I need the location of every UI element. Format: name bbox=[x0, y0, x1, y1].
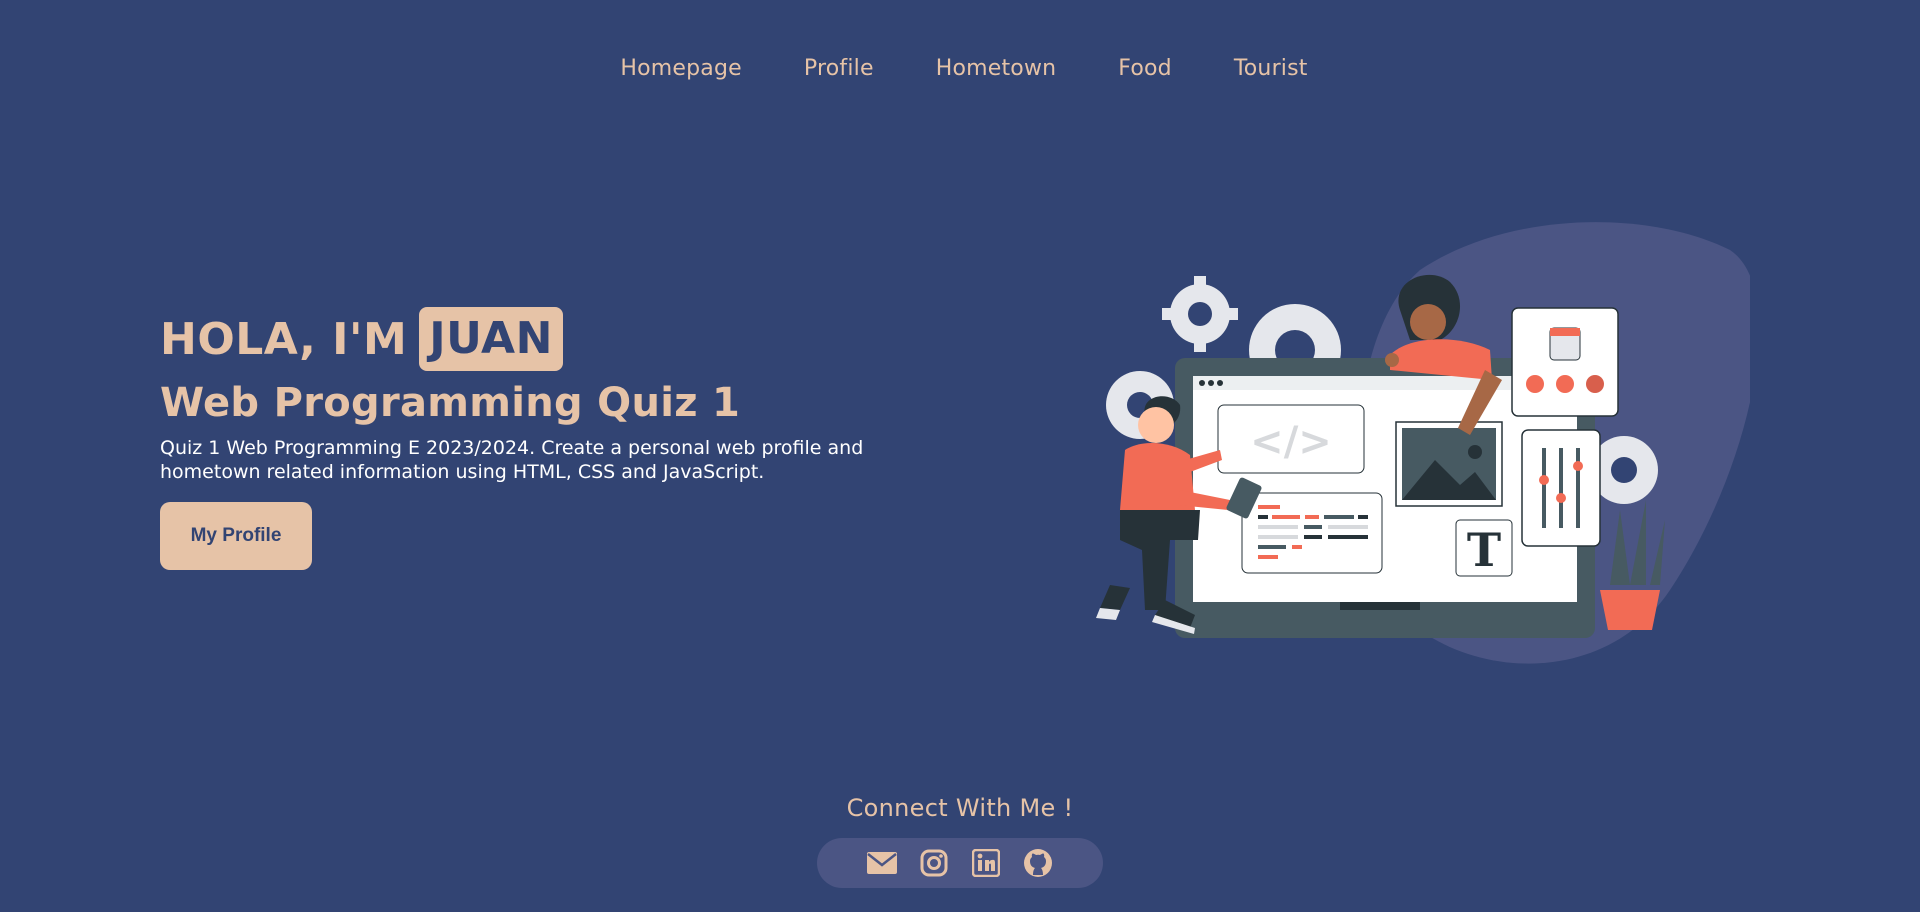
text-glyph: T bbox=[1467, 523, 1501, 577]
connect-title: Connect With Me ! bbox=[846, 794, 1074, 822]
nav-profile[interactable]: Profile bbox=[804, 56, 874, 81]
hero-section: HOLA, I'M JUAN Web Programming Quiz 1 Qu… bbox=[160, 306, 940, 570]
my-profile-button[interactable]: My Profile bbox=[160, 502, 312, 570]
paint-card bbox=[1511, 307, 1619, 417]
top-nav: Homepage Profile Hometown Food Tourist bbox=[0, 56, 1920, 81]
code-brackets-text: </> bbox=[1250, 419, 1332, 465]
name-badge: JUAN bbox=[419, 307, 563, 371]
page: Homepage Profile Hometown Food Tourist H… bbox=[0, 0, 1920, 912]
mail-icon[interactable] bbox=[867, 848, 897, 878]
nav-food[interactable]: Food bbox=[1118, 56, 1172, 81]
hero-greeting: HOLA, I'M JUAN bbox=[160, 306, 940, 372]
nav-hometown[interactable]: Hometown bbox=[936, 56, 1057, 81]
nav-homepage[interactable]: Homepage bbox=[620, 56, 742, 81]
hero-subtitle: Web Programming Quiz 1 bbox=[160, 380, 741, 426]
gear-icon bbox=[1162, 276, 1238, 352]
social-links-bar bbox=[817, 838, 1103, 888]
nav-tourist[interactable]: Tourist bbox=[1234, 56, 1308, 81]
instagram-icon[interactable] bbox=[919, 848, 949, 878]
linkedin-icon[interactable] bbox=[971, 848, 1001, 878]
hero-description: Quiz 1 Web Programming E 2023/2024. Crea… bbox=[160, 437, 864, 483]
greeting-text: HOLA, I'M bbox=[160, 313, 408, 365]
developer-illustration: </> T bbox=[1096, 222, 1750, 664]
github-icon[interactable] bbox=[1023, 848, 1053, 878]
